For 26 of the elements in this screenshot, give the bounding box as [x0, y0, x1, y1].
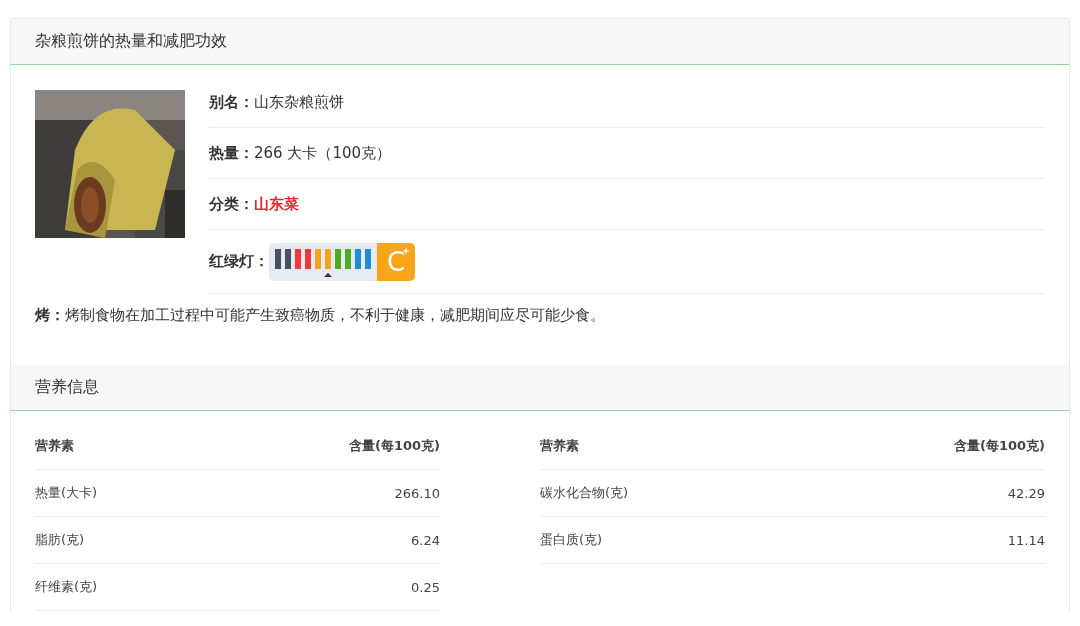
field-label: 热量： [209, 143, 254, 163]
table-cell: 热量(大卡) [35, 470, 288, 517]
table-cell: 脂肪(克) [35, 517, 288, 564]
table-cell: 0.25 [287, 564, 440, 611]
table-cell: 纤维素(克) [35, 564, 288, 611]
grade-badge: C [377, 242, 415, 281]
field-label: 别名： [209, 92, 254, 112]
note-text: 烤：烤制食物在加工过程中可能产生致癌物质，不利于健康，减肥期间应尽可能少食。 [34, 305, 606, 326]
table-cell: 蛋白质(克) [540, 517, 793, 564]
column-header: 营养素 [540, 423, 793, 470]
table-cell: 6.24 [287, 517, 440, 564]
column-header: 含量(每100克) [692, 423, 1045, 470]
table-cell: 11.14 [692, 517, 1045, 564]
category-link[interactable]: 山东菜 [254, 194, 299, 214]
section-title: 杂粮煎饼的热量和减肥功效 [35, 31, 227, 52]
column-header: 营养素 [35, 423, 288, 470]
field-label: 红绿灯： [209, 252, 269, 271]
star-icon [402, 246, 410, 255]
field-label: 分类： [209, 194, 254, 214]
field-value: 山东杂粮煎饼 [254, 92, 344, 112]
table-cell: 42.29 [692, 470, 1045, 517]
table-cell: 266.10 [287, 470, 440, 517]
field-value: 266 大卡（100克） [254, 143, 392, 163]
table-cell: 碳水化合物(克) [540, 470, 793, 517]
column-header: 含量(每100克) [287, 423, 440, 470]
section-title: 营养信息 [35, 377, 99, 398]
